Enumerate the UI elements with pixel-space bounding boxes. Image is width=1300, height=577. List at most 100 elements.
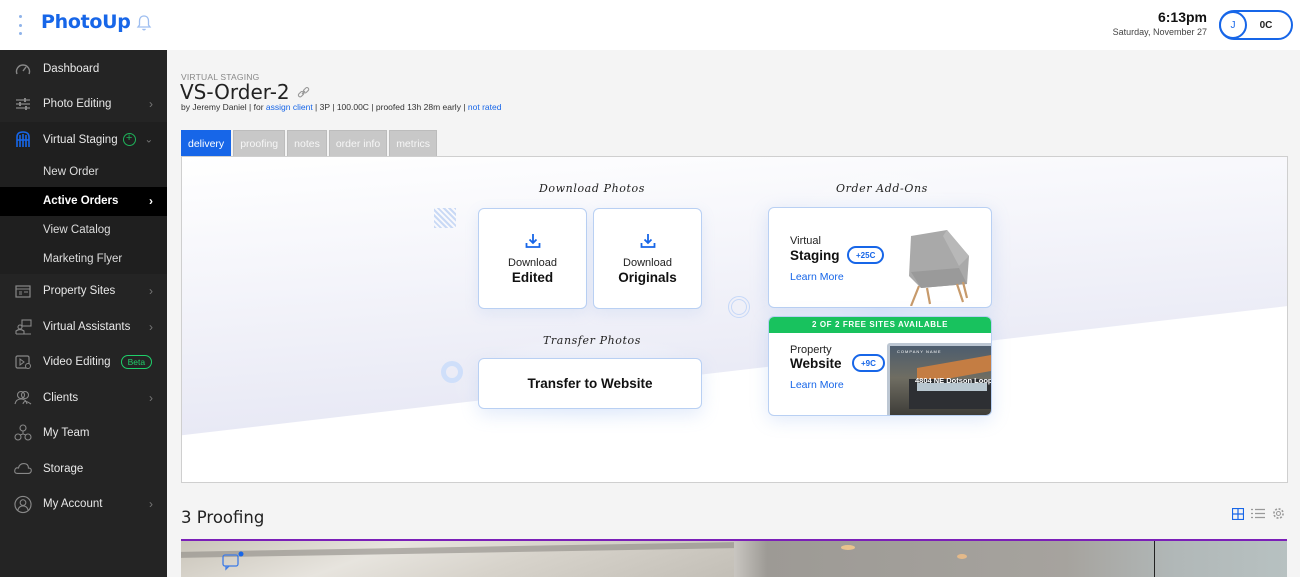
current-date: Saturday, November 27: [1112, 27, 1207, 37]
sidebar-item-my-account[interactable]: My Account ›: [0, 487, 167, 523]
meta-separator: |: [329, 102, 337, 112]
learn-more-link[interactable]: Learn More: [790, 271, 844, 283]
decorative-ring: [441, 361, 463, 383]
tab-delivery[interactable]: delivery: [181, 130, 232, 156]
chevron-down-icon: ⌄: [144, 134, 153, 146]
download-edited-line1: Download: [508, 256, 557, 269]
transfer-photos-heading: Transfer Photos: [543, 334, 642, 347]
team-icon: [14, 424, 32, 442]
chair-icon: [14, 131, 32, 149]
credit-balance: 0C: [1259, 19, 1273, 31]
top-bar: PhotoUp 6:13pm Saturday, November 27 J 0…: [0, 0, 1300, 50]
cloud-icon: [14, 460, 32, 478]
sidebar-item-video-editing[interactable]: Video Editing Beta: [0, 345, 167, 381]
addon-price-badge: +25C: [847, 246, 885, 264]
video-icon: [14, 353, 32, 371]
assistant-icon: [14, 318, 32, 336]
main-content: VIRTUAL STAGING VS-Order-2 by Jeremy Dan…: [167, 50, 1300, 577]
assign-client-link[interactable]: assign client: [266, 102, 313, 112]
sidebar-item-property-sites[interactable]: Property Sites ›: [0, 274, 167, 310]
preview-company: COMPANY NAME: [897, 349, 942, 354]
comment-icon[interactable]: [222, 551, 244, 571]
proof-photo[interactable]: [734, 541, 1287, 577]
proofing-photo-strip: [181, 539, 1287, 577]
learn-more-link[interactable]: Learn More: [790, 379, 844, 391]
sidebar-subitem-active-orders[interactable]: Active Orders ›: [0, 186, 167, 216]
sidebar-item-clients[interactable]: Clients ›: [0, 380, 167, 416]
account-pill[interactable]: J 0C: [1219, 10, 1293, 40]
sidebar-item-label: Dashboard: [43, 62, 100, 75]
website-icon: [14, 282, 32, 300]
chevron-right-icon: ›: [149, 319, 153, 334]
sidebar-item-label: My Team: [43, 427, 90, 440]
list-view-icon[interactable]: [1251, 508, 1265, 519]
meta-separator: |: [460, 102, 468, 112]
rating-link[interactable]: not rated: [468, 102, 502, 112]
meta-author: by Jeremy Daniel: [181, 102, 247, 112]
addon-price-badge: +9C: [852, 354, 885, 372]
sidebar-subitem-new-order[interactable]: New Order: [0, 157, 167, 187]
meta-cost: 100.00C: [336, 102, 369, 112]
download-originals-button[interactable]: Download Originals: [593, 208, 702, 309]
account-icon: [14, 495, 32, 513]
chevron-right-icon: ›: [149, 284, 153, 299]
sidebar-item-virtual-assistants[interactable]: Virtual Assistants ›: [0, 309, 167, 345]
tab-order-info[interactable]: order info: [328, 130, 388, 156]
view-toggle: [1232, 507, 1285, 520]
settings-icon[interactable]: [1272, 507, 1285, 520]
grid-view-icon[interactable]: [1232, 507, 1244, 520]
page-title: VS-Order-2: [180, 80, 310, 104]
download-originals-line1: Download: [623, 256, 672, 269]
add-order-icon[interactable]: +: [122, 133, 136, 147]
tab-metrics[interactable]: metrics: [389, 130, 438, 156]
sidebar-item-photo-editing[interactable]: Photo Editing ›: [0, 87, 167, 123]
sidebar-subitem-view-catalog[interactable]: View Catalog: [0, 215, 167, 245]
meta-separator: |: [368, 102, 376, 112]
chevron-right-icon: ›: [149, 97, 153, 112]
download-originals-line2: Originals: [618, 269, 677, 285]
order-tabs: delivery proofing notes order info metri…: [181, 130, 438, 156]
download-icon: [525, 233, 540, 248]
sidebar-item-label: Property Sites: [43, 285, 116, 298]
transfer-to-website-button[interactable]: Transfer to Website: [478, 358, 702, 409]
proofing-section-title: 3 Proofing: [181, 508, 265, 527]
sidebar-item-label: Video Editing: [43, 356, 111, 369]
meta-separator: |: [246, 102, 254, 112]
sidebar-item-label: Virtual Assistants: [43, 320, 131, 333]
link-icon[interactable]: [297, 86, 310, 99]
addon-property-website-card[interactable]: 2 OF 2 FREE SITES AVAILABLE Property Web…: [768, 316, 992, 416]
download-icon: [640, 233, 655, 248]
sidebar-item-virtual-staging[interactable]: Virtual Staging + ⌄: [0, 122, 167, 158]
addon-virtual-staging-card[interactable]: Virtual Staging +25C Learn More: [768, 207, 992, 308]
clients-icon: [14, 389, 32, 407]
sidebar-item-storage[interactable]: Storage: [0, 451, 167, 487]
meta-proofed: proofed 13h 28m early: [375, 102, 461, 112]
sidebar-subitem-marketing-flyer[interactable]: Marketing Flyer: [0, 244, 167, 274]
free-sites-banner: 2 OF 2 FREE SITES AVAILABLE: [769, 317, 991, 333]
tab-proofing[interactable]: proofing: [233, 130, 286, 156]
avatar[interactable]: J: [1219, 11, 1247, 39]
sidebar-item-dashboard[interactable]: Dashboard: [0, 51, 167, 87]
delivery-panel: Download Photos Download Edited Download…: [181, 156, 1288, 483]
sliders-icon: [14, 95, 32, 113]
notification-bell-icon[interactable]: [136, 14, 152, 32]
sidebar-item-my-team[interactable]: My Team: [0, 416, 167, 452]
tab-notes[interactable]: notes: [287, 130, 327, 156]
clock: 6:13pm Saturday, November 27: [1113, 9, 1207, 37]
preview-address: 4804 NE Dotson Loop: [915, 376, 992, 385]
sidebar-item-label: Photo Editing: [43, 98, 112, 111]
current-time: 6:13pm: [1157, 9, 1207, 25]
addon-line1: Property: [790, 344, 832, 356]
sidebar-item-label: My Account: [43, 498, 103, 511]
download-edited-button[interactable]: Download Edited: [478, 208, 587, 309]
meta-for-label: for: [253, 102, 264, 112]
meta-photo-count: 3P: [319, 102, 330, 112]
chevron-right-icon: ›: [149, 497, 153, 512]
brand-logo[interactable]: PhotoUp: [41, 11, 131, 33]
sidebar-item-label: Storage: [43, 462, 84, 475]
menu-kebab-icon[interactable]: [16, 15, 24, 35]
proof-photo[interactable]: [181, 541, 734, 577]
sidebar: Dashboard Photo Editing › Virtual Stagin…: [0, 50, 167, 577]
chevron-right-icon: ›: [149, 390, 153, 405]
order-addons-heading: Order Add-Ons: [836, 182, 928, 195]
